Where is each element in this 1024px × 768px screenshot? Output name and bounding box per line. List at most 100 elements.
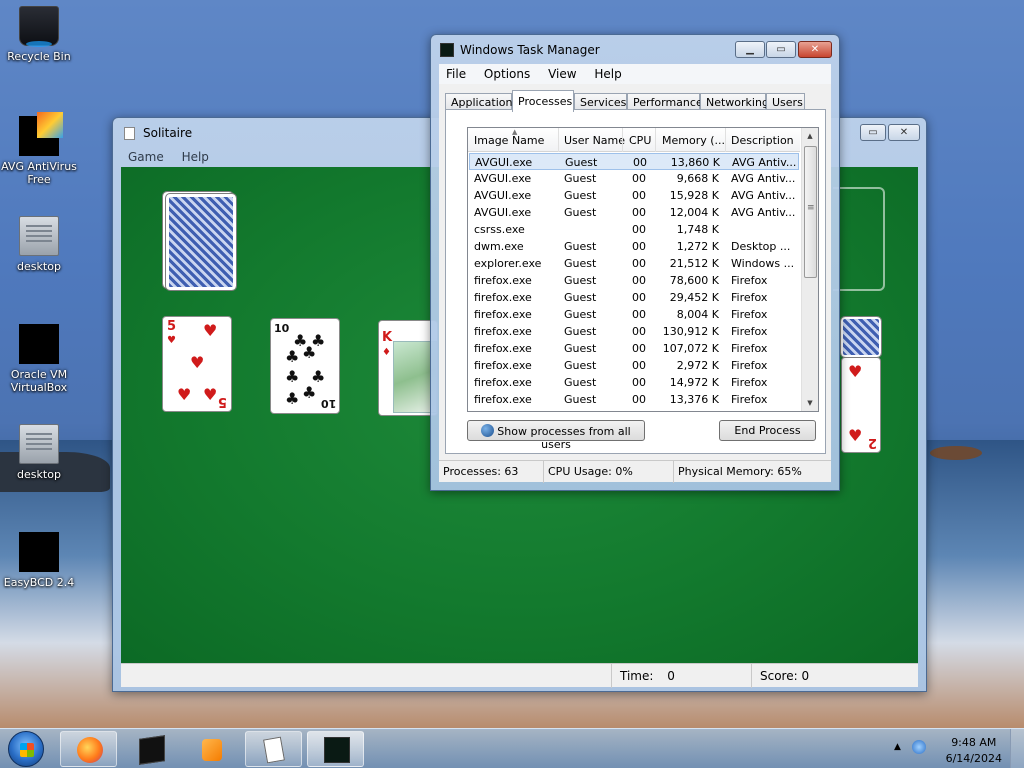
column-image-name[interactable]: Image Name <box>474 134 558 147</box>
menu-options[interactable]: Options <box>477 64 537 81</box>
tableau-stack[interactable] <box>840 316 882 358</box>
process-row[interactable]: explorer.exe Guest 00 21,512 K Windows ... <box>469 255 799 272</box>
process-memory: 29,452 K <box>669 291 719 304</box>
card-king-diamonds[interactable]: K ♦ <box>378 320 438 416</box>
column-cpu[interactable]: CPU <box>629 134 655 147</box>
desktop-icon-avg[interactable]: AVG AntiVirus Free <box>0 112 78 186</box>
process-row[interactable]: firefox.exe Guest 00 78,600 K Firefox <box>469 272 799 289</box>
card-ten-clubs[interactable]: 10 ♣ ♣ ♣ ♣ ♣ ♣ ♣ ♣ 10 <box>270 318 340 414</box>
process-user-name: Guest <box>565 156 598 169</box>
process-row[interactable]: firefox.exe Guest 00 13,376 K Firefox <box>469 391 799 408</box>
show-hidden-icons-icon[interactable]: ▲ <box>894 742 901 752</box>
solitaire-icon <box>263 736 285 764</box>
score-cell: Score: 0 <box>751 664 911 688</box>
process-list[interactable]: ▲ Image Name User Name CPU Memory (... D… <box>467 127 819 412</box>
desktop-icon-recycle-bin[interactable]: Recycle Bin <box>0 6 78 63</box>
status-cpu-usage: CPU Usage: 0% <box>543 461 673 483</box>
wallpaper-rock <box>930 446 982 460</box>
process-row[interactable]: firefox.exe Guest 00 130,912 K Firefox <box>469 323 799 340</box>
desktop-icon-virtualbox[interactable]: Oracle VM VirtualBox <box>0 324 78 394</box>
scroll-up-icon[interactable]: ▲ <box>802 128 818 144</box>
card-five-hearts[interactable]: 5 ♥ ♥ ♥ ♥ ♥ 5 <box>162 316 232 412</box>
scrollbar-thumb[interactable] <box>804 146 817 278</box>
task-manager-titlebar[interactable]: Windows Task Manager ▁ ▭ ✕ <box>431 35 839 63</box>
tab-processes[interactable]: Processes <box>512 90 574 112</box>
process-user-name: Guest <box>564 189 597 202</box>
menu-help[interactable]: Help <box>587 64 628 81</box>
card-rank: 5 <box>167 319 177 334</box>
end-process-button[interactable]: End Process <box>719 420 816 441</box>
network-icon[interactable] <box>912 740 926 754</box>
maximize-button[interactable]: ▭ <box>766 41 796 58</box>
desktop-icon-desktop-file-2[interactable]: desktop <box>0 424 78 481</box>
process-image-name: firefox.exe <box>474 274 532 287</box>
minimize-button[interactable]: ▁ <box>735 41 765 58</box>
desktop-icon-easybcd[interactable]: EasyBCD 2.4 <box>0 532 78 589</box>
task-manager-window[interactable]: Windows Task Manager ▁ ▭ ✕ File Options … <box>430 34 840 491</box>
time-cell: Time: 0 <box>611 664 741 688</box>
process-row[interactable]: firefox.exe Guest 00 29,452 K Firefox <box>469 289 799 306</box>
process-description: Firefox <box>731 325 768 338</box>
column-memory[interactable]: Memory (... <box>662 134 724 147</box>
process-memory: 130,912 K <box>662 325 719 338</box>
column-user-name[interactable]: User Name <box>564 134 626 147</box>
process-row[interactable]: firefox.exe Guest 00 107,072 K Firefox <box>469 340 799 357</box>
close-button[interactable]: ✕ <box>798 41 832 58</box>
foundation-slot[interactable] <box>833 187 885 291</box>
menu-view[interactable]: View <box>541 64 583 81</box>
task-manager-statusbar: Processes: 63 CPU Usage: 0% Physical Mem… <box>439 460 831 483</box>
process-list-header: ▲ Image Name User Name CPU Memory (... D… <box>468 128 800 152</box>
easybcd-icon <box>19 532 59 572</box>
taskbar-media-player-button[interactable] <box>183 731 240 767</box>
restore-button[interactable]: ▭ <box>860 124 886 141</box>
menu-help[interactable]: Help <box>175 147 216 164</box>
process-row[interactable]: dwm.exe Guest 00 1,272 K Desktop ... <box>469 238 799 255</box>
card-rank: 2 <box>867 435 877 450</box>
task-manager-menubar: File Options View Help <box>439 64 831 84</box>
show-desktop-button[interactable] <box>1010 729 1024 768</box>
desktop-icon-label: Oracle VM VirtualBox <box>10 368 68 394</box>
process-row[interactable]: AVGUI.exe Guest 00 13,860 K AVG Antiv... <box>469 153 799 170</box>
menu-file[interactable]: File <box>439 64 473 81</box>
card-two-hearts[interactable]: ♥ ♥ 2 <box>841 357 881 453</box>
process-image-name: csrss.exe <box>474 223 525 236</box>
desktop-icon-desktop-file[interactable]: desktop <box>0 216 78 273</box>
recycle-bin-icon <box>19 6 59 47</box>
uac-shield-icon <box>481 424 495 437</box>
process-row[interactable]: AVGUI.exe Guest 00 12,004 K AVG Antiv... <box>469 204 799 221</box>
start-button[interactable] <box>8 731 44 767</box>
process-cpu: 00 <box>633 156 647 169</box>
heart-pip: ♥ <box>190 353 205 372</box>
clock[interactable]: 9:48 AM 6/14/2024 <box>946 735 1002 767</box>
process-row[interactable]: firefox.exe Guest 00 2,972 K Firefox <box>469 357 799 374</box>
desktop-icon-label: Recycle Bin <box>7 50 71 63</box>
process-list-scrollbar[interactable]: ▲ ▼ <box>801 128 818 411</box>
process-row[interactable]: csrss.exe 00 1,748 K <box>469 221 799 238</box>
process-image-name: firefox.exe <box>474 393 532 406</box>
process-description: Firefox <box>731 291 768 304</box>
taskbar-task-manager-button[interactable] <box>307 731 364 767</box>
process-user-name: Guest <box>564 291 597 304</box>
taskbar-firefox-button[interactable] <box>60 731 117 767</box>
taskbar-solitaire-button[interactable] <box>245 731 302 767</box>
virtualbox-icon <box>19 324 59 364</box>
system-tray: ▲ 9:48 AM 6/14/2024 <box>874 729 1024 768</box>
process-image-name: AVGUI.exe <box>474 172 532 185</box>
club-pip: ♣ <box>285 367 300 386</box>
show-all-processes-button[interactable]: Show processes from all users <box>467 420 645 451</box>
clock-date: 6/14/2024 <box>945 752 1002 765</box>
process-row[interactable]: firefox.exe Guest 00 14,972 K Firefox <box>469 374 799 391</box>
process-row[interactable]: AVGUI.exe Guest 00 15,928 K AVG Antiv... <box>469 187 799 204</box>
process-row[interactable]: AVGUI.exe Guest 00 9,668 K AVG Antiv... <box>469 170 799 187</box>
scroll-down-icon[interactable]: ▼ <box>802 395 818 411</box>
club-pip: ♣ <box>285 389 300 408</box>
heart-pip: ♥ <box>177 385 192 404</box>
taskbar-virtualbox-button[interactable] <box>122 731 179 767</box>
process-row[interactable]: firefox.exe Guest 00 8,004 K Firefox <box>469 306 799 323</box>
process-description: AVG Antiv... <box>731 206 796 219</box>
stock-pile-top[interactable] <box>165 193 237 291</box>
column-description[interactable]: Description <box>731 134 799 147</box>
menu-game[interactable]: Game <box>121 147 171 164</box>
close-button[interactable]: ✕ <box>888 124 920 141</box>
process-description: Firefox <box>731 359 768 372</box>
